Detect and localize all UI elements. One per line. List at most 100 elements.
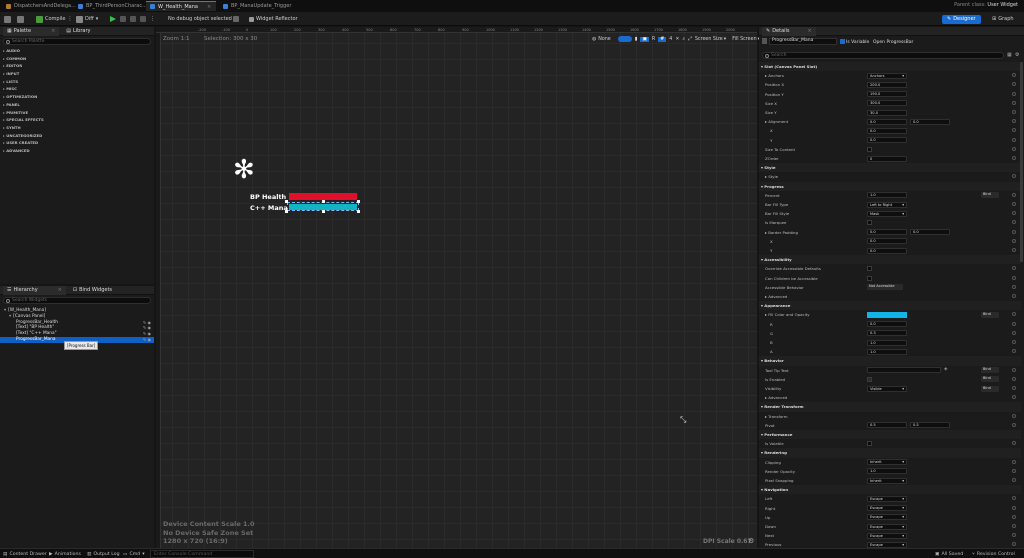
save-button[interactable] <box>4 14 11 24</box>
details-section-header[interactable]: ▾ Behavior <box>759 356 1021 366</box>
visibility-eye-icon[interactable]: ✎ ◉ <box>143 337 151 343</box>
tab-library[interactable]: ▤ Library <box>62 27 94 36</box>
designer-mode-button[interactable]: ✎ Designer <box>942 14 981 24</box>
property-value-input[interactable]: 0.0 <box>867 238 907 245</box>
reset-to-default-icon[interactable] <box>1012 533 1016 538</box>
palette-search-input[interactable]: Search Palette <box>3 38 151 45</box>
resize-handle[interactable] <box>357 210 360 213</box>
property-value-input[interactable]: 0.0 <box>867 137 907 144</box>
expand-arrow-icon[interactable]: ▾ <box>4 308 6 313</box>
expand-arrow-icon[interactable]: ▾ <box>9 314 11 319</box>
reset-to-default-icon[interactable] <box>1012 110 1016 114</box>
reset-to-default-icon[interactable] <box>1012 468 1016 473</box>
fill-color-swatch[interactable] <box>867 311 907 318</box>
compile-button[interactable]: Compile ⋮ <box>36 14 72 24</box>
resize-handle[interactable] <box>322 210 325 213</box>
details-section-header[interactable]: ▾ Slot (Canvas Panel Slot) <box>759 62 1021 72</box>
resize-handle[interactable] <box>285 210 288 213</box>
reset-to-default-icon[interactable] <box>1012 146 1016 151</box>
property-value-input[interactable]: 200.0 <box>867 81 907 88</box>
property-checkbox[interactable] <box>867 220 872 226</box>
localize-icon[interactable]: ◈ <box>944 367 947 372</box>
reset-to-default-icon[interactable] <box>1012 156 1016 160</box>
property-dropdown[interactable]: Escape ▾ <box>867 514 907 521</box>
zoom-button[interactable]: ⌕ <box>682 36 685 42</box>
details-section-header[interactable]: ▾ Navigation <box>759 485 1021 495</box>
reset-to-default-icon[interactable] <box>1012 211 1016 216</box>
property-value-input[interactable]: 1.0 <box>867 348 907 355</box>
property-checkbox[interactable] <box>867 376 872 382</box>
diff-button[interactable]: Diff ▾ <box>76 14 98 24</box>
health-progress-bar[interactable] <box>289 193 357 200</box>
reset-to-default-icon[interactable] <box>1012 505 1016 510</box>
palette-category[interactable]: UNCATEGORIZED <box>0 132 154 140</box>
reset-to-default-icon[interactable] <box>1012 91 1016 96</box>
palette-category[interactable]: SPECIAL EFFECTS <box>0 116 154 124</box>
reset-to-default-icon[interactable] <box>1012 422 1016 427</box>
property-value-input[interactable]: 0.0 <box>867 247 907 254</box>
reset-to-default-icon[interactable] <box>1012 284 1016 289</box>
reset-to-default-icon[interactable] <box>1012 174 1016 179</box>
reset-to-default-icon[interactable] <box>1012 478 1016 482</box>
property-matrix-icon[interactable]: ▦ <box>1007 52 1012 58</box>
reset-to-default-icon[interactable] <box>1012 192 1016 197</box>
details-scrollbar[interactable] <box>1020 62 1023 262</box>
lock-icon[interactable]: ▮ <box>635 37 638 42</box>
accessible-behavior-dropdown[interactable]: Not Accessible <box>867 284 903 291</box>
transform-mode-button[interactable]: ▣ <box>640 36 649 42</box>
tab-dispatchers[interactable]: DispatchersAndDelega... <box>2 1 80 11</box>
palette-category[interactable]: PRIMITIVE <box>0 109 154 117</box>
reset-to-default-icon[interactable] <box>1012 349 1016 354</box>
step-button[interactable] <box>120 14 126 24</box>
open-progressbar-link[interactable]: Open ProgressBar <box>873 40 913 45</box>
reset-to-default-icon[interactable] <box>1012 459 1016 464</box>
tab-palette[interactable]: ▦ Palette × <box>3 26 60 36</box>
reset-to-default-icon[interactable] <box>1012 496 1016 501</box>
close-icon[interactable]: × <box>808 28 812 34</box>
details-section-header[interactable]: ▾ Progress <box>759 181 1021 191</box>
property-dropdown[interactable]: Inherit ▾ <box>867 459 907 466</box>
localization-button[interactable]: ◍ None <box>592 37 611 42</box>
reset-to-default-icon[interactable] <box>1012 119 1016 124</box>
bind-dropdown[interactable]: Bind <box>981 376 999 383</box>
bind-dropdown[interactable]: Bind <box>981 311 999 318</box>
palette-category[interactable]: ADVANCED <box>0 147 154 155</box>
property-value-input[interactable]: 0.5 <box>867 422 907 429</box>
hierarchy-search-input[interactable]: Search Widgets <box>3 297 151 304</box>
reset-to-default-icon[interactable] <box>1012 367 1016 372</box>
fit-button[interactable]: ⤢ <box>688 36 692 42</box>
reset-to-default-icon[interactable] <box>1012 82 1016 87</box>
details-section-header[interactable]: ▾ Style <box>759 163 1021 173</box>
reset-to-default-icon[interactable] <box>1012 413 1016 418</box>
kebab-icon[interactable]: ⋮ <box>67 16 72 22</box>
grid-snap-toggle[interactable]: # <box>658 36 667 42</box>
reset-to-default-icon[interactable] <box>1012 386 1016 390</box>
property-dropdown[interactable]: Escape ▾ <box>867 532 907 539</box>
respect-locks-toggle[interactable] <box>617 36 632 42</box>
property-value-input[interactable]: 300.0 <box>867 100 907 107</box>
details-section-header[interactable]: ▾ Accessibility <box>759 255 1021 265</box>
resize-handle[interactable] <box>357 200 360 203</box>
reset-to-default-icon[interactable] <box>1012 220 1016 225</box>
mana-text-widget[interactable]: C++ Mana <box>250 204 288 212</box>
reset-to-default-icon[interactable] <box>1012 248 1016 252</box>
tab-details[interactable]: ✎ Details × <box>762 27 816 36</box>
property-value-input[interactable]: 1.0 <box>867 339 907 346</box>
eject-button[interactable] <box>140 14 146 24</box>
property-checkbox[interactable] <box>867 441 872 447</box>
reset-to-default-icon[interactable] <box>1012 73 1016 78</box>
browse-button[interactable] <box>17 14 24 24</box>
property-dropdown[interactable]: Escape ▾ <box>867 541 907 548</box>
widget-reflector-button[interactable]: Widget Reflector <box>249 14 298 24</box>
cmd-dropdown[interactable]: ▭ Cmd ▾ <box>123 550 145 558</box>
property-value-input[interactable]: 0.0 <box>867 229 907 236</box>
reset-to-default-icon[interactable] <box>1012 376 1016 381</box>
reset-to-default-icon[interactable] <box>1012 395 1016 400</box>
tab-hierarchy[interactable]: ☰ Hierarchy × <box>3 285 66 295</box>
reset-to-default-icon[interactable] <box>1012 340 1016 344</box>
graph-mode-button[interactable]: ⊞ Graph <box>992 14 1014 24</box>
property-dropdown[interactable]: Escape ▾ <box>867 495 907 502</box>
screen-size-dropdown[interactable]: Screen Size ▾ <box>695 37 726 42</box>
property-dropdown[interactable]: Escape ▾ <box>867 505 907 512</box>
property-value-input[interactable]: 30.0 <box>867 109 907 116</box>
